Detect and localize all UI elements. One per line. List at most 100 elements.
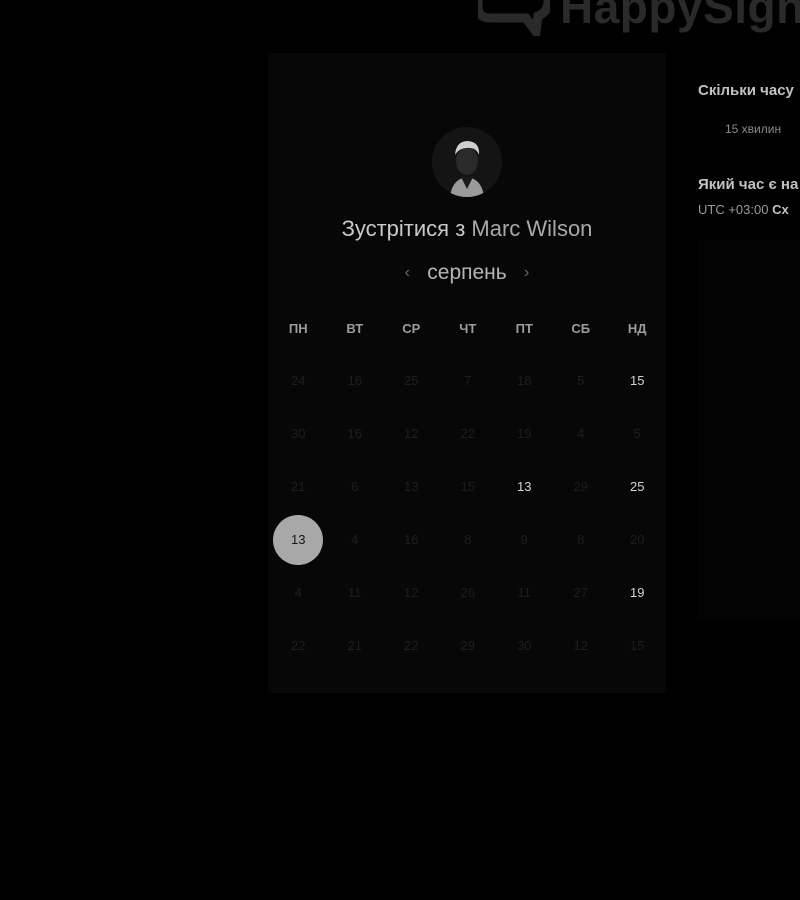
calendar-day-unavailable: 8 xyxy=(553,513,610,566)
calendar-day-unavailable: 21 xyxy=(270,460,327,513)
calendar-day-unavailable: 8 xyxy=(440,513,497,566)
day-number: 25 xyxy=(630,479,645,494)
calendar-day-unavailable: 18 xyxy=(496,354,553,407)
calendar-week-row: 30 16 12 22 19 4 5 xyxy=(270,407,666,460)
day-number: 7 xyxy=(464,373,472,388)
booking-details-panel: Скільки часу 15 хвилин Який час є на UTC… xyxy=(698,82,800,217)
day-number: 29 xyxy=(573,479,588,494)
calendar-day-unavailable: 11 xyxy=(496,566,553,619)
meeting-title-prefix: Зустрітися з xyxy=(341,216,466,241)
timezone-selector[interactable]: UTC +03:00 Сх xyxy=(698,202,800,217)
calendar-day-unavailable: 12 xyxy=(383,566,440,619)
day-number: 6 xyxy=(351,479,359,494)
day-number: 26 xyxy=(460,585,475,600)
host-name: Marc Wilson xyxy=(471,216,593,241)
weekday-label: ВТ xyxy=(346,321,364,336)
day-number: 25 xyxy=(404,373,419,388)
calendar-day-unavailable: 5 xyxy=(553,354,610,407)
calendar-day-unavailable: 24 xyxy=(270,354,327,407)
day-number: 30 xyxy=(517,638,532,653)
duration-option[interactable]: 15 хвилин xyxy=(725,122,800,136)
calendar-day-unavailable: 29 xyxy=(553,460,610,513)
day-number: 9 xyxy=(520,532,528,547)
calendar-day-unavailable: 12 xyxy=(383,407,440,460)
day-number: 29 xyxy=(460,638,475,653)
chevron-left-icon[interactable]: ‹ xyxy=(401,264,413,282)
day-number: 12 xyxy=(404,426,419,441)
calendar-week-row: 13 4 16 8 9 8 20 xyxy=(270,513,666,566)
calendar-day-unavailable: 6 xyxy=(327,460,384,513)
calendar-day-unavailable: 30 xyxy=(496,619,553,672)
weekday-label: ПН xyxy=(288,321,308,336)
page: HappySigna Зустрітися з Marc Wilson ‹ се… xyxy=(0,0,800,900)
calendar-day-grid: 24 16 25 7 18 5 15 30 16 12 22 19 4 5 21 6 13 15 13 29 25 13 4… xyxy=(270,354,666,672)
timezone-name: Сх xyxy=(772,202,789,217)
day-number: 16 xyxy=(347,373,362,388)
calendar-day-unavailable: 7 xyxy=(440,354,497,407)
day-number: 27 xyxy=(573,585,588,600)
calendar-day-unavailable: 13 xyxy=(383,460,440,513)
day-number: 5 xyxy=(633,426,641,441)
time-slots-area xyxy=(698,240,800,620)
day-number: 13 xyxy=(404,479,419,494)
day-number: 11 xyxy=(517,585,532,600)
calendar-day-unavailable: 29 xyxy=(440,619,497,672)
day-number: 21 xyxy=(291,479,306,494)
day-number: 4 xyxy=(351,532,359,547)
calendar-day-unavailable: 15 xyxy=(440,460,497,513)
day-number: 30 xyxy=(291,426,306,441)
month-navigation: ‹ серпень › xyxy=(268,261,666,285)
day-number: 5 xyxy=(577,373,585,388)
day-number: 20 xyxy=(630,532,645,547)
day-number: 4 xyxy=(577,426,585,441)
day-number: 19 xyxy=(630,585,645,600)
calendar-day-available[interactable]: 25 xyxy=(609,460,666,513)
calendar-day-unavailable: 22 xyxy=(270,619,327,672)
calendar-day-unavailable: 22 xyxy=(383,619,440,672)
calendar-day-unavailable: 21 xyxy=(327,619,384,672)
calendar-day-unavailable: 19 xyxy=(496,407,553,460)
day-number: 11 xyxy=(348,585,362,600)
calendar-card: Зустрітися з Marc Wilson ‹ серпень › ПН … xyxy=(268,53,666,693)
weekday-label: ПТ xyxy=(515,321,533,336)
weekday-header: ПН ВТ СР ЧТ ПТ СБ НД xyxy=(270,321,666,336)
calendar-day-unavailable: 4 xyxy=(270,566,327,619)
timezone-heading: Який час є на xyxy=(698,176,799,193)
calendar-day-unavailable: 30 xyxy=(270,407,327,460)
calendar-day-unavailable: 16 xyxy=(383,513,440,566)
chevron-right-icon[interactable]: › xyxy=(521,264,533,282)
host-avatar xyxy=(432,127,502,197)
timezone-offset: UTC +03:00 xyxy=(698,202,769,217)
day-number: 15 xyxy=(630,373,645,388)
day-number: 13 xyxy=(273,514,324,565)
calendar-day-unavailable: 16 xyxy=(327,407,384,460)
day-number: 12 xyxy=(404,585,419,600)
calendar-week-row: 24 16 25 7 18 5 15 xyxy=(270,354,666,407)
calendar-day-unavailable: 25 xyxy=(383,354,440,407)
meeting-title: Зустрітися з Marc Wilson xyxy=(268,216,666,242)
day-number: 16 xyxy=(404,532,419,547)
calendar-day-available[interactable]: 13 xyxy=(496,460,553,513)
day-number: 22 xyxy=(460,426,475,441)
day-number: 15 xyxy=(460,479,475,494)
calendar-day-selected[interactable]: 13 xyxy=(270,513,327,566)
calendar-day-unavailable: 9 xyxy=(496,513,553,566)
calendar-day-unavailable: 5 xyxy=(609,407,666,460)
calendar-day-unavailable: 26 xyxy=(440,566,497,619)
calendar-day-unavailable: 16 xyxy=(327,354,384,407)
day-number: 13 xyxy=(517,479,532,494)
calendar-day-unavailable: 4 xyxy=(327,513,384,566)
day-number: 22 xyxy=(404,638,419,653)
calendar-day-unavailable: 12 xyxy=(553,619,610,672)
day-number: 15 xyxy=(630,638,645,653)
calendar-day-unavailable: 22 xyxy=(440,407,497,460)
person-avatar-icon xyxy=(432,127,502,197)
calendar-day-available[interactable]: 19 xyxy=(609,566,666,619)
day-number: 24 xyxy=(291,373,306,388)
calendar-day-unavailable: 4 xyxy=(553,407,610,460)
duration-heading: Скільки часу xyxy=(698,82,794,99)
calendar-day-available[interactable]: 15 xyxy=(609,354,666,407)
calendar-day-unavailable: 27 xyxy=(553,566,610,619)
calendar-week-row: 22 21 22 29 30 12 15 xyxy=(270,619,666,672)
day-number: 21 xyxy=(347,638,362,653)
